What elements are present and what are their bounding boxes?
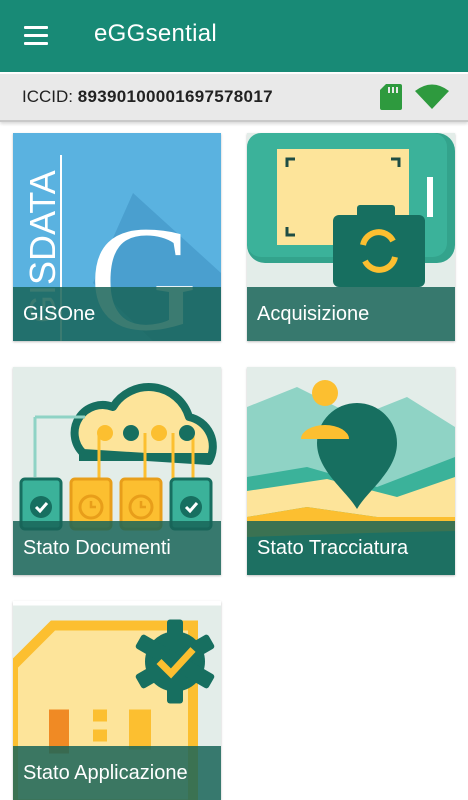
tile-gisone[interactable]: GISDATA G GISOne	[13, 133, 221, 341]
tile-stato-documenti-label: Stato Documenti	[13, 521, 221, 575]
hamburger-menu-icon[interactable]	[18, 22, 54, 50]
app-bar: eGGsential	[0, 0, 468, 72]
tile-acquisizione-label: Acquisizione	[247, 287, 455, 341]
app-title: eGGsential	[94, 20, 218, 47]
tile-stato-tracciatura-label: Stato Tracciatura	[247, 521, 455, 575]
iccid-value: 89390100001697578017	[77, 87, 273, 106]
iccid-text: ICCID: 89390100001697578017	[22, 87, 273, 107]
wifi-signal-icon	[415, 84, 449, 109]
tile-gisone-label: GISOne	[13, 287, 221, 341]
tile-stato-applicazione[interactable]: Stato Applicazione	[13, 601, 221, 800]
tile-stato-documenti[interactable]: Stato Documenti	[13, 367, 221, 575]
sd-card-icon	[380, 84, 402, 110]
tile-acquisizione[interactable]: Acquisizione	[247, 133, 455, 341]
tile-stato-applicazione-label: Stato Applicazione	[13, 746, 221, 800]
tile-stato-tracciatura[interactable]: Stato Tracciatura	[247, 367, 455, 575]
iccid-label: ICCID:	[22, 87, 73, 106]
